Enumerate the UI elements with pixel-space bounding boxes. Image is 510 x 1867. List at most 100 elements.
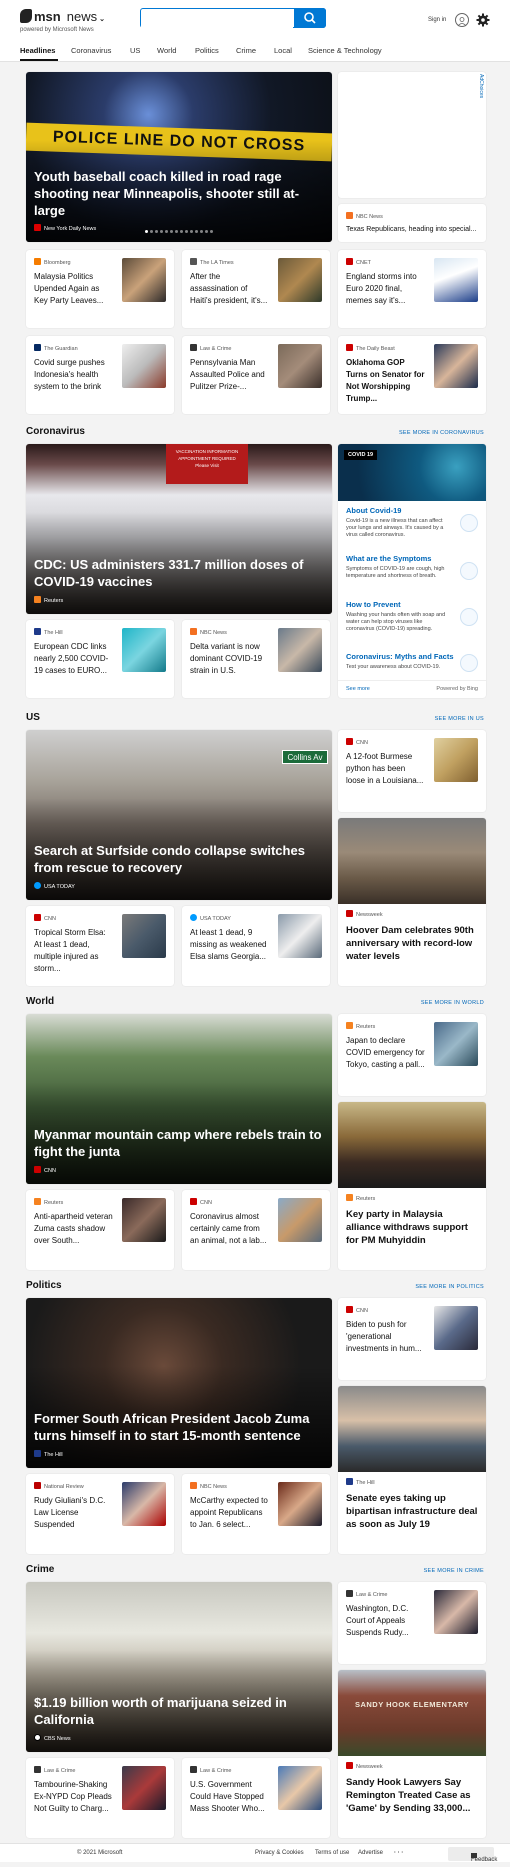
- news-card[interactable]: The Hill European CDC links nearly 2,500…: [26, 620, 174, 698]
- hero-title: Former South African President Jacob Zum…: [34, 1411, 310, 1443]
- politics-hero-card[interactable]: Former South African President Jacob Zum…: [26, 1298, 332, 1468]
- news-card[interactable]: USA TODAY At least 1 dead, 9 missing as …: [182, 906, 330, 986]
- sign-line: APPOINTMENT REQUIRED: [178, 456, 236, 461]
- tab-coronavirus[interactable]: Coronavirus: [71, 46, 111, 55]
- news-card[interactable]: CNET England storms into Euro 2020 final…: [338, 250, 486, 328]
- vaccine-sign: VACCINATION INFORMATION APPOINTMENT REQU…: [166, 444, 248, 484]
- search-input[interactable]: [141, 10, 293, 29]
- section-title-world[interactable]: World: [26, 996, 54, 1007]
- covid-info-card: COVID 19 About Covid-19 Covid-19 is a ne…: [338, 444, 486, 698]
- headline: Pennsylvania Man Assaulted Police and Pu…: [190, 358, 265, 391]
- news-source: NBC News: [190, 628, 227, 636]
- msn-bird-icon: [20, 9, 32, 23]
- handwash-icon[interactable]: [460, 608, 478, 626]
- covid-about-link[interactable]: About Covid-19: [346, 506, 401, 515]
- see-more-world-link[interactable]: SEE MORE IN WORLD: [421, 1000, 484, 1006]
- source-logo-icon: [34, 596, 41, 603]
- tab-politics[interactable]: Politics: [195, 46, 219, 55]
- adchoices-label[interactable]: AdChoices: [478, 74, 484, 98]
- sign-line: Please Visit: [195, 463, 219, 468]
- section-title-crime[interactable]: Crime: [26, 1564, 54, 1575]
- thumbnail-image: [122, 258, 166, 302]
- news-card[interactable]: Law & Crime Washington, D.C. Court of Ap…: [338, 1582, 486, 1664]
- avatar-icon[interactable]: [455, 13, 469, 27]
- news-card[interactable]: The LA Times After the assassination of …: [182, 250, 330, 328]
- news-card[interactable]: The Daily Beast Oklahoma GOP Turns on Se…: [338, 336, 486, 414]
- top-hero-card[interactable]: POLICE LINE DO NOT CROSS Youth baseball …: [26, 72, 332, 242]
- news-card[interactable]: CNN Biden to push for 'generational inve…: [338, 1298, 486, 1380]
- big-news-card[interactable]: Reuters Key party in Malaysia alliance w…: [338, 1102, 486, 1270]
- search-button[interactable]: [294, 8, 326, 28]
- big-news-card[interactable]: SANDY HOOK ELEMENTARY Newsweek Sandy Hoo…: [338, 1670, 486, 1838]
- news-card[interactable]: Law & Crime U.S. Government Could Have S…: [182, 1758, 330, 1838]
- news-card[interactable]: National Review Rudy Giuliani's D.C. Law…: [26, 1474, 174, 1554]
- section-title-politics[interactable]: Politics: [26, 1280, 62, 1291]
- see-more-coronavirus-link[interactable]: SEE MORE IN CORONAVIRUS: [399, 430, 484, 436]
- source-logo-icon: [34, 1482, 41, 1489]
- terms-link[interactable]: Terms of use: [315, 1850, 349, 1856]
- covid-myths-link[interactable]: Coronavirus: Myths and Facts: [346, 652, 454, 661]
- feedback-button[interactable]: Feedback: [448, 1847, 497, 1863]
- crime-hero-card[interactable]: $1.19 billion worth of marijuana seized …: [26, 1582, 332, 1752]
- news-card[interactable]: Law & Crime Pennsylvania Man Assaulted P…: [182, 336, 330, 414]
- source-label: Law & Crime: [44, 1768, 76, 1774]
- section-title-coronavirus[interactable]: Coronavirus: [26, 426, 85, 437]
- covid-see-more-link[interactable]: See more: [346, 686, 370, 692]
- news-card[interactable]: CNN Tropical Storm Elsa: At least 1 dead…: [26, 906, 174, 986]
- thumbnail-image: [278, 1766, 322, 1810]
- msn-logo[interactable]: msn news ⌄: [20, 9, 105, 24]
- tab-us[interactable]: US: [130, 46, 140, 55]
- privacy-link[interactable]: Privacy & Cookies: [255, 1850, 304, 1856]
- ad-card[interactable]: AdChoices: [338, 72, 486, 198]
- big-news-card[interactable]: Newsweek Hoover Dam celebrates 90th anni…: [338, 818, 486, 986]
- advertise-link[interactable]: Advertise: [358, 1850, 383, 1856]
- covid-symptoms-link[interactable]: What are the Symptoms: [346, 554, 431, 563]
- source-label: CNET: [356, 260, 371, 266]
- source-label: CNN: [356, 740, 368, 746]
- carousel-dots[interactable]: [26, 220, 332, 238]
- tab-world[interactable]: World: [157, 46, 176, 55]
- news-card[interactable]: The Guardian Covid surge pushes Indonesi…: [26, 336, 174, 414]
- gear-icon[interactable]: [476, 13, 490, 27]
- tab-local[interactable]: Local: [274, 46, 292, 55]
- news-source: USA TODAY: [190, 914, 231, 922]
- news-source: Reuters: [346, 1022, 375, 1030]
- thumbnail-image: [122, 1482, 166, 1526]
- news-card[interactable]: Bloomberg Malaysia Politics Upended Agai…: [26, 250, 174, 328]
- news-card[interactable]: NBC News McCarthy expected to appoint Re…: [182, 1474, 330, 1554]
- tagline: powered by Microsoft News: [20, 27, 94, 33]
- coronavirus-hero-card[interactable]: VACCINATION INFORMATION APPOINTMENT REQU…: [26, 444, 332, 614]
- news-card[interactable]: CNN A 12-foot Burmese python has been lo…: [338, 730, 486, 812]
- more-options-button[interactable]: · · ·: [394, 1850, 403, 1856]
- quiz-icon[interactable]: [460, 654, 478, 672]
- section-title-us[interactable]: US: [26, 712, 40, 723]
- news-card[interactable]: CNN Coronavirus almost certainly came fr…: [182, 1190, 330, 1270]
- top-side-card[interactable]: NBC News Texas Republicans, heading into…: [338, 204, 486, 242]
- tab-science-technology[interactable]: Science & Technology: [308, 46, 382, 55]
- header: msn news ⌄ powered by Microsoft News Sign …: [0, 0, 510, 42]
- thumbnail-image: [434, 738, 478, 782]
- big-news-card[interactable]: The Hill Senate eyes taking up bipartisa…: [338, 1386, 486, 1554]
- see-more-politics-link[interactable]: SEE MORE IN POLITICS: [415, 1284, 484, 1290]
- us-hero-card[interactable]: Collins Av Search at Surfside condo coll…: [26, 730, 332, 900]
- info-icon[interactable]: [460, 514, 478, 532]
- thumbnail-image: [278, 914, 322, 958]
- tab-crime[interactable]: Crime: [236, 46, 256, 55]
- source-label: CBS News: [44, 1736, 71, 1742]
- sign-in-link[interactable]: Sign in: [428, 17, 446, 23]
- tab-headlines[interactable]: Headlines: [20, 46, 55, 55]
- source-logo-icon: [346, 1762, 353, 1769]
- news-card[interactable]: Reuters Japan to declare COVID emergency…: [338, 1014, 486, 1096]
- thermometer-icon[interactable]: [460, 562, 478, 580]
- news-card[interactable]: Reuters Anti-apartheid veteran Zuma cast…: [26, 1190, 174, 1270]
- news-card[interactable]: Law & Crime Tambourine-Shaking Ex-NYPD C…: [26, 1758, 174, 1838]
- see-more-us-link[interactable]: SEE MORE IN US: [435, 716, 484, 722]
- source-logo-icon: [190, 1766, 197, 1773]
- source-label: NBC News: [200, 630, 227, 636]
- covid-prevent-link[interactable]: How to Prevent: [346, 600, 401, 609]
- news-card[interactable]: NBC News Delta variant is now dominant C…: [182, 620, 330, 698]
- world-hero-card[interactable]: Myanmar mountain camp where rebels train…: [26, 1014, 332, 1184]
- covid-myths-text: Test your awareness about COVID-19.: [346, 664, 441, 670]
- see-more-crime-link[interactable]: SEE MORE IN CRIME: [424, 1568, 484, 1574]
- source-logo-icon: [34, 1766, 41, 1773]
